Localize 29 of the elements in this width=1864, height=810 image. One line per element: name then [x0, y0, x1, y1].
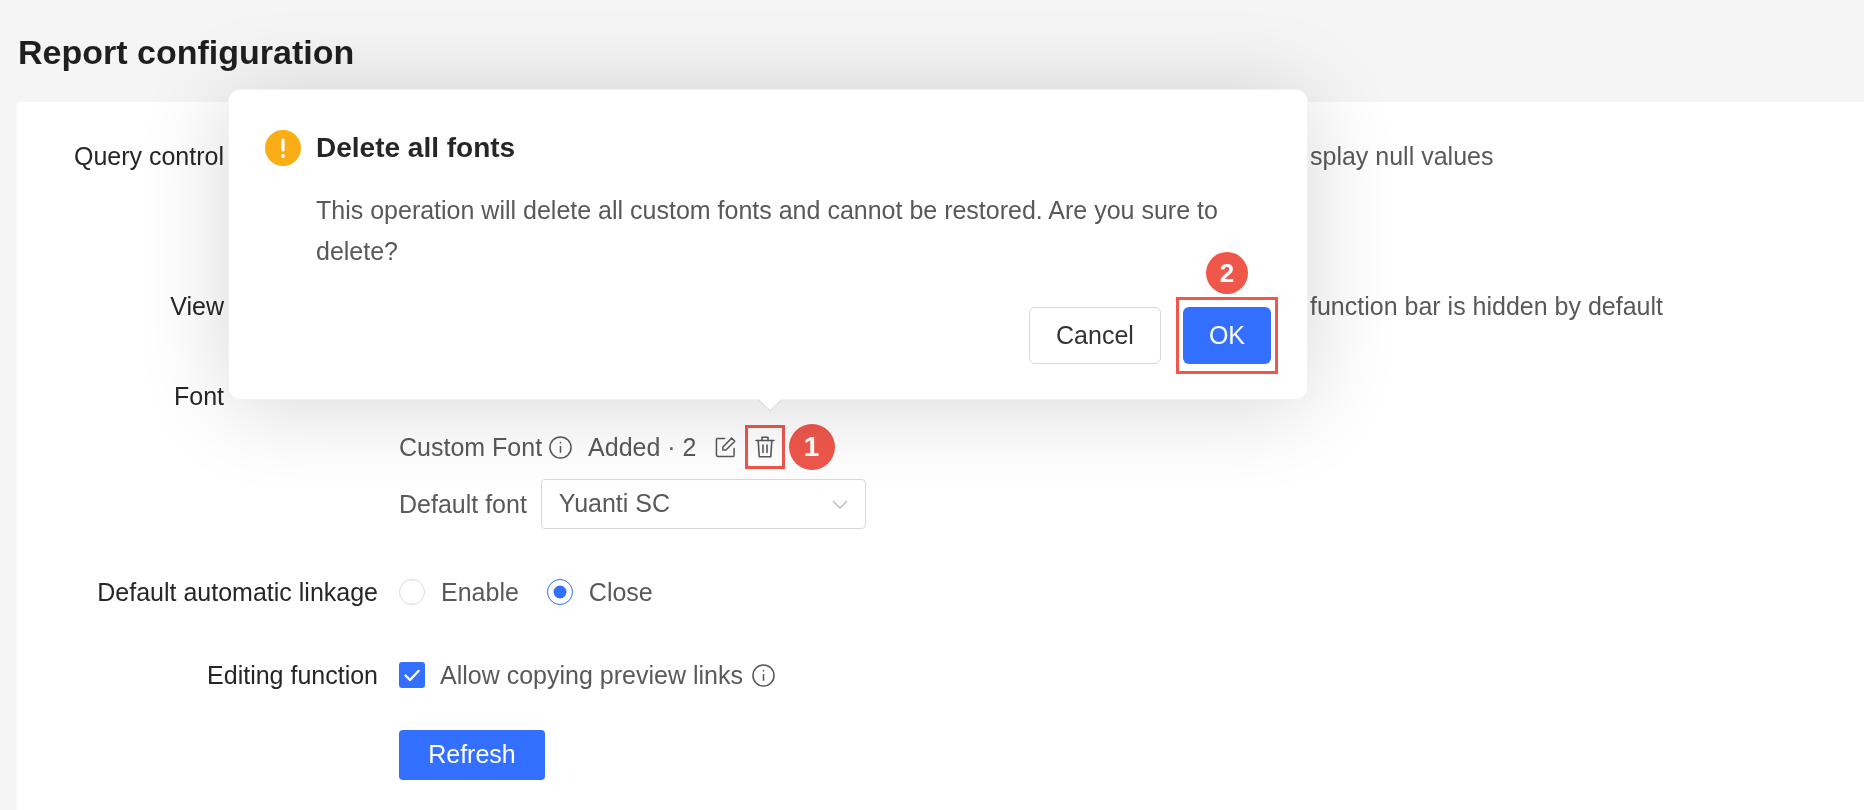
radio-label[interactable]: Close — [588, 577, 653, 607]
cancel-button[interactable]: Cancel — [1029, 307, 1161, 364]
checkbox-label[interactable]: Allow copying preview links — [440, 660, 743, 690]
step-badge: 2 — [1205, 252, 1248, 294]
setting-label: Default automatic linkage — [97, 577, 378, 608]
edit-icon[interactable] — [714, 436, 736, 458]
trash-icon[interactable] — [754, 436, 775, 458]
info-icon — [549, 435, 573, 459]
ok-button[interactable]: OK — [1182, 307, 1271, 364]
checkbox[interactable] — [399, 662, 425, 688]
radio-label[interactable]: Enable — [441, 577, 519, 607]
info-icon — [751, 663, 775, 687]
custom-font-label: Custom Font — [399, 432, 543, 462]
page-title: Report configuration — [18, 32, 355, 72]
refresh-button[interactable]: Refresh — [399, 730, 545, 780]
custom-font-count: Added · 2 — [588, 432, 697, 462]
step-badge: 1 — [788, 424, 835, 470]
setting-label: Font — [173, 381, 224, 412]
chevron-down-icon — [831, 499, 848, 509]
dialog-title: Delete all fonts — [316, 131, 516, 165]
default-font-label: Default font — [399, 489, 527, 519]
setting-label: Editing function — [207, 660, 378, 691]
radio-button[interactable] — [546, 579, 573, 605]
setting-text: function bar is hidden by default — [1310, 291, 1663, 322]
setting-label: Query control — [73, 141, 224, 172]
warning-icon — [265, 130, 301, 166]
font-select[interactable]: Yuanti SC — [540, 479, 866, 529]
setting-label: View — [170, 291, 224, 322]
setting-text: splay null values — [1310, 141, 1494, 172]
